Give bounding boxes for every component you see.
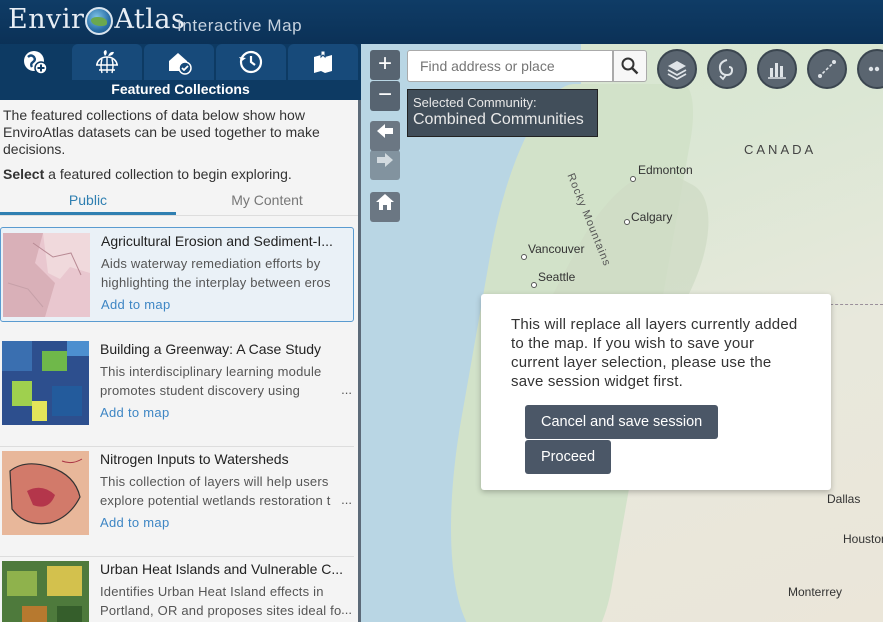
collection-thumbnail bbox=[2, 341, 89, 425]
add-to-map-link[interactable]: Add to map bbox=[100, 405, 170, 420]
enviroatlas-logo[interactable]: Envir Atlas bbox=[8, 4, 185, 35]
city-label: Houston bbox=[843, 532, 883, 546]
panel-title: Featured Collections bbox=[0, 80, 361, 100]
arrow-right-icon bbox=[377, 153, 393, 167]
previous-extent-button[interactable] bbox=[370, 121, 400, 151]
city-label: Monterrey bbox=[788, 585, 843, 599]
city-marker bbox=[630, 176, 636, 182]
swirl-icon bbox=[718, 59, 734, 81]
zoom-in-button[interactable]: + bbox=[370, 50, 400, 80]
add-to-map-link[interactable]: Add to map bbox=[100, 515, 170, 530]
bar-chart-icon bbox=[768, 63, 786, 79]
city-label: Calgary bbox=[631, 210, 673, 224]
city-label: Dallas bbox=[827, 492, 861, 506]
community-label: Selected Community: bbox=[413, 95, 537, 110]
cancel-save-session-button[interactable]: Cancel and save session bbox=[525, 405, 719, 439]
tab-grid-globe[interactable] bbox=[72, 44, 142, 80]
collection-title: Building a Greenway: A Case Study bbox=[100, 341, 322, 357]
collection-description: Identifies Urban Heat Island effects in … bbox=[100, 584, 342, 618]
collection-card[interactable]: Agricultural Erosion and Sediment-I... A… bbox=[0, 227, 354, 322]
collection-title: Agricultural Erosion and Sediment-I... bbox=[101, 233, 333, 249]
app-header: Envir Atlas Interactive Map bbox=[0, 0, 883, 44]
select-bold-word: Select bbox=[3, 166, 45, 182]
collection-thumbnail bbox=[3, 233, 90, 317]
logo-text-right: Atlas bbox=[114, 4, 186, 35]
city-marker bbox=[521, 254, 527, 260]
collection-description: This interdisciplinary learning module p… bbox=[100, 364, 322, 398]
city-label: Vancouver bbox=[528, 242, 585, 256]
content-tabs: Public My Content bbox=[0, 188, 358, 216]
panel-select-hint: Select a featured collection to begin ex… bbox=[0, 158, 358, 182]
measure-tool-button[interactable] bbox=[807, 49, 847, 89]
dialog-message: This will replace all layers currently a… bbox=[511, 316, 798, 390]
collection-thumbnail bbox=[2, 561, 89, 622]
city-marker bbox=[531, 282, 537, 288]
zoom-out-button[interactable]: − bbox=[370, 81, 400, 111]
tab-home-check[interactable] bbox=[144, 44, 214, 80]
description-ellipsis: ... bbox=[341, 602, 352, 617]
city-marker bbox=[624, 219, 630, 225]
chart-tool-button[interactable] bbox=[757, 49, 797, 89]
add-to-map-link[interactable]: Add to map bbox=[101, 297, 171, 312]
tab-history[interactable] bbox=[216, 44, 286, 80]
logo-globe-icon bbox=[85, 6, 114, 35]
collection-card[interactable]: Nitrogen Inputs to Watersheds This colle… bbox=[0, 446, 354, 541]
logo-text-left: Envir bbox=[8, 4, 85, 35]
collection-card[interactable]: Building a Greenway: A Case Study This i… bbox=[0, 336, 354, 431]
map-tool-button[interactable] bbox=[707, 49, 747, 89]
history-icon bbox=[239, 50, 263, 74]
collection-description: Aids waterway remediation efforts by hig… bbox=[101, 256, 331, 290]
collection-card[interactable]: Urban Heat Islands and Vulnerable C... I… bbox=[0, 556, 354, 622]
collection-title: Urban Heat Islands and Vulnerable C... bbox=[100, 561, 344, 577]
grid-globe-icon bbox=[96, 50, 118, 74]
collection-title: Nitrogen Inputs to Watersheds bbox=[100, 451, 289, 467]
city-label: Edmonton bbox=[638, 163, 693, 177]
next-extent-button[interactable] bbox=[370, 150, 400, 180]
selected-community-box[interactable]: Selected Community: Combined Communities bbox=[407, 89, 598, 137]
tab-public[interactable]: Public bbox=[0, 188, 176, 215]
search-input[interactable] bbox=[407, 50, 613, 82]
panel-tab-bar bbox=[0, 44, 361, 80]
collection-thumbnail bbox=[2, 451, 89, 535]
more-tools-button[interactable] bbox=[857, 49, 883, 89]
home-icon bbox=[376, 194, 394, 210]
search-icon bbox=[621, 57, 639, 75]
layers-icon bbox=[667, 61, 687, 81]
replace-layers-dialog: This will replace all layers currently a… bbox=[481, 294, 831, 490]
tab-featured-collections[interactable] bbox=[0, 44, 70, 80]
bookmark-icon bbox=[314, 50, 332, 73]
select-hint-text: a featured collection to begin exploring… bbox=[44, 166, 292, 182]
featured-collections-panel: The featured collections of data below s… bbox=[0, 100, 361, 622]
dots-icon bbox=[868, 66, 880, 72]
panel-intro-text: The featured collections of data below s… bbox=[3, 107, 320, 157]
proceed-button[interactable]: Proceed bbox=[525, 440, 612, 474]
community-value: Combined Communities bbox=[413, 111, 584, 128]
collection-description: This collection of layers will help user… bbox=[100, 474, 331, 508]
home-check-icon bbox=[169, 53, 192, 75]
description-ellipsis: ... bbox=[341, 382, 352, 397]
globe-add-icon bbox=[24, 51, 48, 75]
measure-icon bbox=[818, 60, 836, 78]
city-label: Seattle bbox=[538, 270, 576, 284]
tab-bookmark[interactable] bbox=[288, 44, 358, 80]
home-extent-button[interactable] bbox=[370, 192, 400, 222]
search-button[interactable] bbox=[613, 50, 647, 82]
tab-my-content[interactable]: My Content bbox=[176, 188, 358, 215]
layer-list-button[interactable] bbox=[657, 49, 697, 89]
app-subtitle: Interactive Map bbox=[177, 16, 303, 35]
description-ellipsis: ... bbox=[341, 492, 352, 507]
arrow-left-icon bbox=[377, 124, 393, 138]
map-label-country: CANADA bbox=[744, 142, 817, 157]
